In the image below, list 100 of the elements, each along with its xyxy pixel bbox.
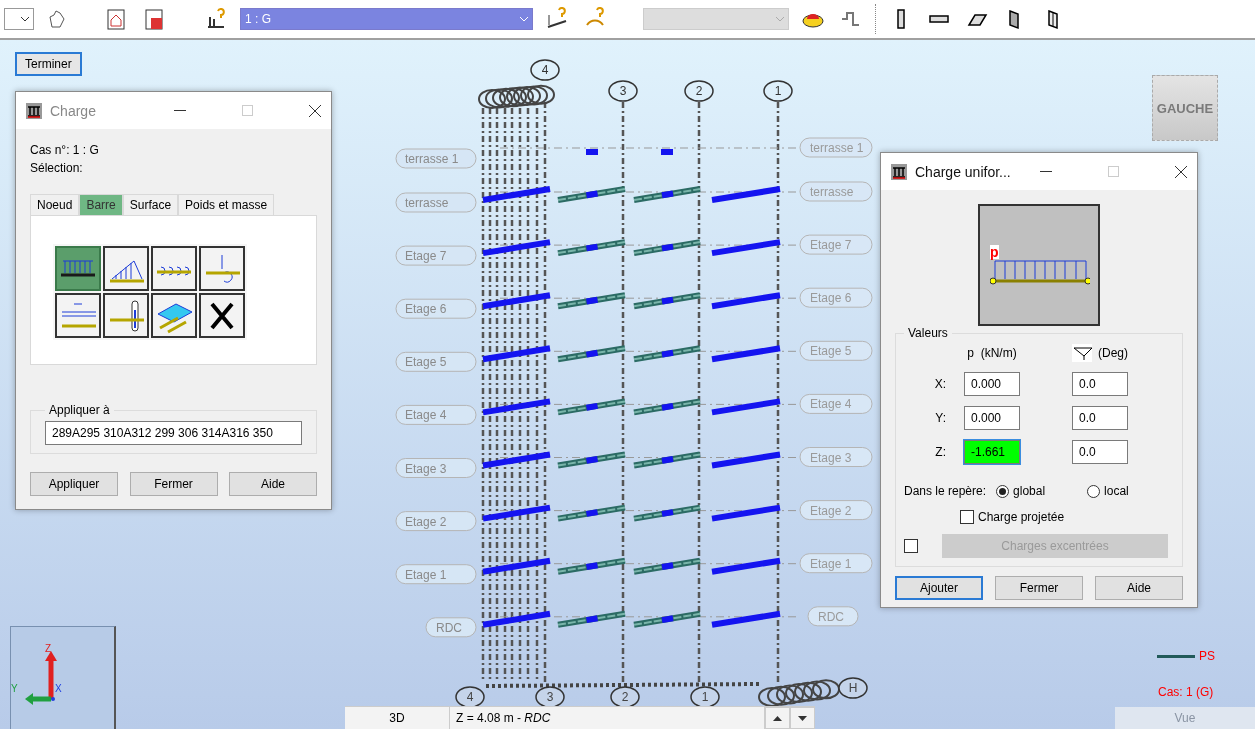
level-up-button[interactable]	[765, 707, 790, 729]
house-document-icon[interactable]	[104, 7, 128, 31]
level-label: Etage 5	[799, 340, 873, 361]
angle-icon	[1072, 344, 1092, 362]
load-value-field[interactable]: 0.000	[964, 372, 1020, 396]
load-value-field[interactable]: -1.661	[964, 440, 1020, 464]
column-header: (Deg)	[1098, 345, 1128, 362]
axis-label: Z:	[934, 444, 947, 461]
dialog-button[interactable]: Fermer	[995, 576, 1083, 600]
radio-button[interactable]	[1087, 484, 1101, 498]
beam	[633, 292, 701, 310]
view-dropdown[interactable]	[4, 8, 34, 30]
beam	[633, 504, 701, 522]
loaded-beam	[482, 398, 551, 416]
grid-axis-bubble: 2	[610, 686, 640, 708]
beam	[557, 345, 626, 363]
load-type-button[interactable]	[103, 293, 149, 338]
minimize-icon[interactable]	[1040, 170, 1052, 173]
axis-label: Y	[11, 683, 18, 694]
beam-load-icon[interactable]	[545, 7, 569, 31]
minimize-icon[interactable]	[174, 109, 186, 112]
level-down-button[interactable]	[790, 707, 815, 729]
grid-axis-bubble: H	[838, 677, 868, 699]
level-label: terrasse 1	[799, 137, 873, 158]
checkbox[interactable]	[960, 510, 974, 524]
grid-axis-bubble: 4	[530, 59, 560, 81]
down-icon	[798, 715, 807, 721]
uniform-load-icon	[60, 260, 96, 277]
load-type-button[interactable]	[199, 246, 245, 291]
beam-window-icon	[891, 163, 907, 180]
dialog-button[interactable]: Ajouter	[895, 576, 983, 600]
radio-label: global	[1013, 483, 1046, 500]
level-label: terrasse	[395, 192, 477, 213]
level-label: Etage 4	[395, 404, 477, 425]
axis-label: Y:	[934, 410, 947, 427]
loaded-beam	[482, 451, 551, 469]
load-case-value: 1 : G	[245, 12, 271, 26]
beam	[557, 398, 626, 416]
caret-icon	[776, 16, 784, 22]
level-label: Etage 6	[799, 287, 873, 308]
checkbox-label: Charge projetée	[978, 509, 1065, 526]
level-label: RDC	[807, 606, 859, 627]
tab[interactable]: Noeud	[30, 194, 80, 215]
level-label: terrasse	[799, 181, 873, 202]
loaded-beam	[482, 239, 551, 257]
load-value-field[interactable]: 0.000	[964, 406, 1020, 430]
selection-label: Sélection:	[30, 160, 84, 177]
group-label: Valeurs	[907, 326, 949, 340]
beam	[557, 610, 626, 628]
document-save-icon[interactable]	[142, 7, 166, 31]
level-label: RDC	[425, 617, 477, 638]
load-type-button[interactable]	[199, 293, 245, 338]
tab[interactable]: Barre	[79, 194, 123, 215]
grid-axis-bubble: 2	[684, 80, 714, 102]
model-viewport[interactable]	[0, 40, 1255, 729]
grid-axis-bubble: 3	[608, 80, 638, 102]
dialog-button[interactable]: Appliquer	[30, 472, 118, 496]
grid-axis-bubble: 1	[763, 80, 793, 102]
loaded-beam	[482, 610, 551, 628]
angle-field[interactable]: 0.0	[1072, 372, 1128, 396]
loaded-beam	[586, 149, 598, 155]
dialog-button[interactable]: Fermer	[129, 472, 218, 496]
load-type-button[interactable]	[151, 246, 197, 291]
dialog-title: Charge unifor...	[915, 163, 1012, 180]
legend-line	[1157, 654, 1195, 658]
axis-label: X	[55, 683, 62, 694]
level-label: Etage 2	[799, 500, 873, 521]
load-type-button[interactable]	[103, 246, 149, 291]
column-header: p (kN/m)	[966, 345, 1018, 362]
level-label: Etage 1	[799, 553, 873, 574]
beam	[557, 451, 626, 469]
level-label: Etage 7	[799, 234, 873, 255]
apply-field[interactable]: 289A295 310A312 299 306 314A316 350	[45, 421, 302, 445]
finish-button[interactable]: Terminer	[15, 52, 82, 76]
loaded-beam	[711, 398, 781, 416]
radio-button[interactable]	[996, 484, 1010, 498]
grid-axis-bubble: 1	[690, 686, 720, 708]
beam	[557, 557, 626, 575]
level-label: Etage 4	[799, 393, 873, 414]
view-mode: 3D	[345, 707, 450, 729]
beam	[633, 610, 701, 628]
beam	[633, 239, 701, 257]
beam	[633, 186, 701, 203]
dialog-button[interactable]: Aide	[229, 472, 317, 496]
load-type-button[interactable]	[151, 293, 197, 338]
angle-field[interactable]: 0.0	[1072, 406, 1128, 430]
tab[interactable]: Poids et masse	[178, 194, 275, 215]
dialog-button[interactable]: Aide	[1095, 576, 1183, 600]
beam	[557, 504, 626, 522]
loaded-beam	[711, 451, 781, 469]
level-label: Etage 5	[395, 351, 477, 372]
angle-field[interactable]: 0.0	[1072, 440, 1128, 464]
load-type-button[interactable]	[55, 293, 101, 338]
loaded-beam	[711, 292, 781, 310]
close-icon[interactable]	[1175, 165, 1187, 178]
close-icon[interactable]	[309, 104, 321, 117]
frame-label: Dans le repère:	[904, 483, 987, 500]
tab[interactable]: Surface	[122, 194, 179, 215]
beam	[633, 451, 701, 469]
loaded-beam	[482, 186, 551, 203]
